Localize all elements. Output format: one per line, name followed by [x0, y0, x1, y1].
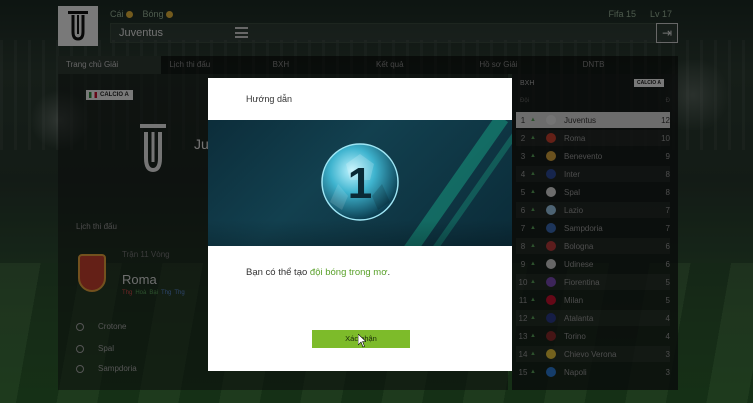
tutorial-dialog: Hướng dẫn 1 Bạn có thể tạo đội bóng tron… [208, 78, 512, 371]
dialog-message: Bạn có thể tạo đội bóng trong mơ. [246, 267, 390, 278]
mouse-cursor-icon [358, 334, 366, 348]
message-highlight: đội bóng trong mơ [309, 267, 388, 278]
message-suffix: . [387, 267, 391, 278]
step-one-ball-icon: 1 [321, 143, 399, 221]
message-prefix: Bạn có thể tạo [246, 267, 310, 278]
dialog-title: Hướng dẫn [246, 94, 292, 104]
step-number: 1 [348, 159, 372, 208]
dialog-banner: 1 [208, 120, 512, 246]
